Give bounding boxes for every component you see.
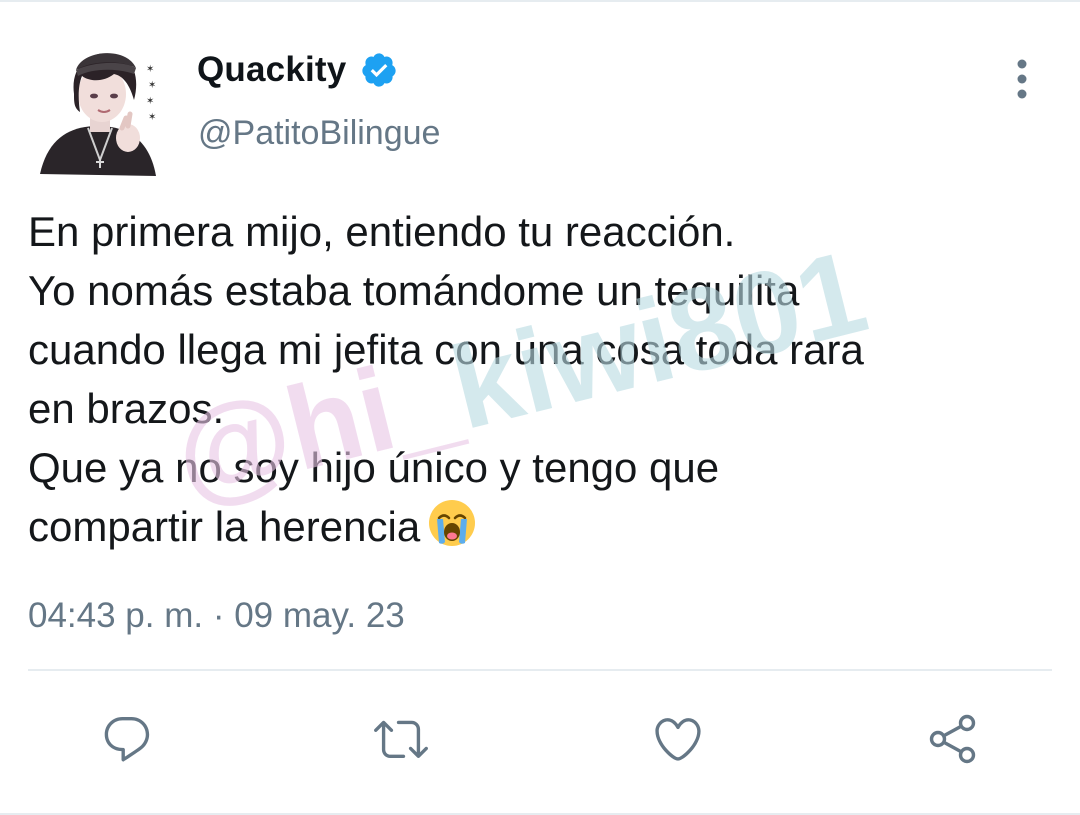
action-bar bbox=[0, 702, 1080, 776]
avatar[interactable]: ✶ ✶ ✶ ✶ bbox=[30, 42, 170, 182]
share-icon bbox=[929, 714, 976, 764]
verified-badge-icon bbox=[362, 53, 397, 87]
avatar-illustration: ✶ ✶ ✶ ✶ bbox=[40, 53, 156, 176]
heart-icon bbox=[655, 718, 701, 761]
retweet-icon bbox=[374, 720, 428, 759]
tweet-text-last-line: compartir la herencia bbox=[28, 497, 1058, 556]
tweet-text-line: cuando llega mi jefita con una cosa toda… bbox=[28, 326, 864, 373]
loudly-crying-face-icon bbox=[426, 497, 478, 549]
reply-icon bbox=[104, 717, 150, 762]
tweet-text-line: en brazos. bbox=[28, 385, 225, 432]
like-button[interactable] bbox=[641, 702, 715, 776]
author-name-row[interactable]: Quackity bbox=[197, 50, 398, 90]
reply-button[interactable] bbox=[90, 702, 164, 776]
svg-text:✶: ✶ bbox=[146, 96, 154, 107]
svg-text:✶: ✶ bbox=[148, 80, 156, 91]
svg-text:✶: ✶ bbox=[146, 64, 154, 75]
tweet-timestamp[interactable]: 04:43 p. m. · 09 may. 23 bbox=[28, 596, 405, 636]
tweet-text-line: En primera mijo, entiendo tu reacción. bbox=[28, 208, 736, 255]
svg-text:✶: ✶ bbox=[148, 112, 156, 123]
tweet-text-line: compartir la herencia bbox=[28, 503, 421, 550]
tweet-card: ✶ ✶ ✶ ✶ Quackity @PatitoBilingue En prim… bbox=[0, 0, 1080, 815]
share-button[interactable] bbox=[916, 702, 990, 776]
handle[interactable]: @PatitoBilingue bbox=[198, 114, 440, 153]
retweet-button[interactable] bbox=[364, 702, 438, 776]
tweet-text-line: Yo nomás estaba tomándome un tequilita bbox=[28, 267, 800, 314]
divider bbox=[28, 669, 1052, 671]
tweet-text-line: Que ya no soy hijo único y tengo que bbox=[28, 444, 720, 491]
display-name[interactable]: Quackity bbox=[197, 50, 346, 90]
more-vertical-icon bbox=[1017, 59, 1027, 99]
tweet-text: En primera mijo, entiendo tu reacción. Y… bbox=[28, 202, 1058, 556]
more-options-button[interactable] bbox=[1000, 54, 1044, 104]
